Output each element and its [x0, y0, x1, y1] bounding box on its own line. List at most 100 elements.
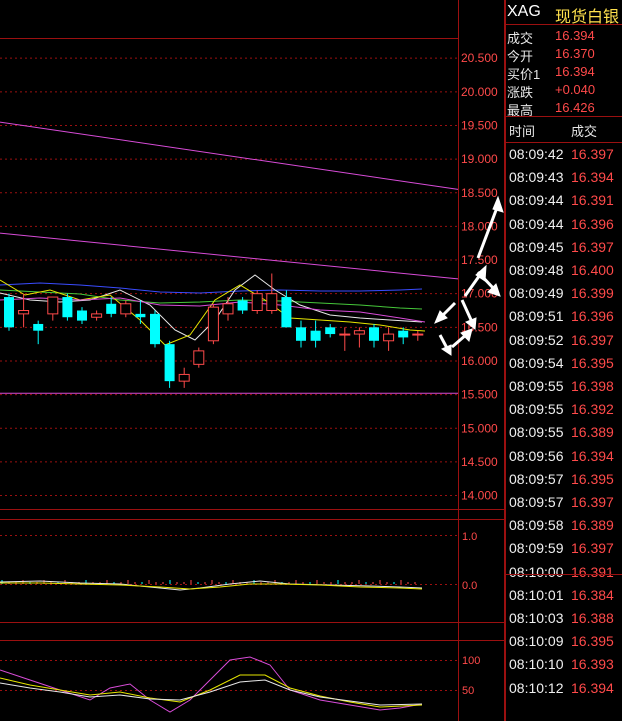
- candle: [207, 303, 219, 345]
- tick-time: 08:09:51: [509, 308, 564, 325]
- price-tick-label: 15.500: [461, 388, 498, 402]
- tick-row[interactable]: 08:10:10 16.393: [505, 653, 622, 676]
- tick-row[interactable]: 08:10:12 16.394: [505, 677, 622, 700]
- quote-value: 16.394: [555, 64, 595, 79]
- tick-row[interactable]: 08:09:59 16.397: [505, 537, 622, 560]
- tick-row[interactable]: 08:10:09 16.395: [505, 630, 622, 653]
- tick-row[interactable]: 08:09:51 16.396: [505, 305, 622, 328]
- tick-price: 16.397: [571, 146, 614, 162]
- tick-price: 16.397: [571, 238, 614, 255]
- tick-price: 16.397: [571, 331, 614, 348]
- tick-price: 16.395: [571, 470, 614, 487]
- tick-time: 08:10:00: [509, 563, 564, 580]
- price-tick-label: 20.500: [461, 51, 498, 65]
- tick-time: 08:09:44: [509, 192, 564, 209]
- tick-price: 16.393: [571, 656, 614, 673]
- tick-time: 08:09:56: [509, 447, 564, 464]
- tick-row[interactable]: 08:09:55 16.389: [505, 421, 622, 444]
- price-tick-label: 18.500: [461, 186, 498, 200]
- tick-price: 16.399: [571, 285, 614, 302]
- kline-chart[interactable]: 20.50020.00019.50019.00018.50018.00017.5…: [0, 0, 505, 721]
- tick-time: 08:09:55: [509, 424, 564, 441]
- tick-time: 08:09:57: [509, 494, 564, 510]
- candle: [62, 293, 73, 321]
- tick-price: 16.397: [571, 540, 614, 557]
- tick-time: 08:09:58: [509, 517, 564, 534]
- tick-row[interactable]: 08:09:44 16.396: [505, 213, 622, 236]
- tick-price: 16.400: [571, 262, 614, 278]
- quote-value: 16.394: [555, 28, 595, 43]
- price-tick-label: 16.000: [461, 354, 498, 368]
- tick-price: 16.384: [571, 586, 614, 603]
- tick-price: 16.394: [571, 447, 614, 464]
- tick-price: 16.395: [571, 633, 614, 650]
- tick-row[interactable]: 08:09:44 16.391: [505, 189, 622, 212]
- tick-price: 16.388: [571, 610, 614, 626]
- tick-price: 16.394: [571, 679, 614, 696]
- candle: [150, 310, 160, 348]
- price-tick-label: 19.000: [461, 152, 498, 166]
- tick-price: 16.391: [571, 563, 614, 580]
- candle: [193, 347, 205, 368]
- tick-price: 16.397: [571, 494, 614, 510]
- candle: [164, 340, 175, 388]
- tick-row[interactable]: 08:09:52 16.397: [505, 329, 622, 352]
- price-tick-label: 20.000: [461, 85, 498, 99]
- tick-time: 08:10:09: [509, 633, 564, 650]
- tick-row[interactable]: 08:10:03 16.388: [505, 607, 622, 630]
- ticks-header-price: 成交: [571, 124, 598, 139]
- price-tick-label: 14.500: [461, 455, 498, 469]
- tick-row[interactable]: 08:09:56 16.394: [505, 445, 622, 468]
- quote-row: 涨跌 +0.040: [505, 81, 622, 100]
- tick-price: 16.396: [571, 308, 614, 325]
- tick-price: 16.391: [571, 192, 614, 209]
- quote-panel: XAG 现货白银 成交 16.394 今开 16.370 买价1 16.394 涨跌 +0.0…: [505, 0, 622, 721]
- tick-row[interactable]: 08:09:42 16.397: [505, 143, 622, 166]
- tick-row[interactable]: 08:09:43 16.394: [505, 166, 622, 189]
- tick-price: 16.394: [571, 169, 614, 186]
- tick-time: 08:10:01: [509, 586, 564, 603]
- tick-time: 08:10:10: [509, 656, 564, 673]
- tick-time: 08:09:55: [509, 401, 564, 418]
- tick-time: 08:09:45: [509, 238, 564, 255]
- candle: [251, 290, 263, 314]
- tick-price: 16.398: [571, 378, 614, 394]
- tick-price: 16.396: [571, 215, 614, 232]
- macd-tick-top: 1.0: [462, 531, 477, 543]
- tick-row[interactable]: 08:09:57 16.397: [505, 491, 622, 514]
- price-tick-label: 14.000: [461, 489, 498, 503]
- tick-row[interactable]: 08:09:55 16.392: [505, 398, 622, 421]
- price-tick-label: 19.500: [461, 118, 498, 132]
- tick-time: 08:10:03: [509, 610, 564, 626]
- tick-price: 16.389: [571, 517, 614, 534]
- ticks-header-time: 时间: [509, 124, 536, 139]
- tick-time: 08:09:43: [509, 169, 564, 186]
- tick-time: 08:09:42: [509, 146, 564, 162]
- kdj-tick-50: 50: [462, 685, 474, 697]
- quote-row: 成交 16.394: [505, 27, 622, 46]
- instrument-header: XAG 现货白银: [505, 0, 622, 26]
- tick-row[interactable]: 08:09:55 16.398: [505, 375, 622, 398]
- tick-time: 08:09:59: [509, 540, 564, 557]
- tick-row[interactable]: 08:09:48 16.400: [505, 259, 622, 282]
- quote-value: 16.426: [555, 100, 595, 115]
- macd-tick-zero: 0.0: [462, 580, 477, 592]
- quote-value: +0.040: [555, 82, 596, 97]
- tick-row[interactable]: 08:10:01 16.384: [505, 584, 622, 607]
- tick-row[interactable]: 08:10:00 16.391: [505, 561, 622, 584]
- kdj-tick-100: 100: [462, 655, 480, 667]
- tick-time: 08:09:52: [509, 331, 564, 348]
- instrument-code: XAG: [507, 3, 541, 20]
- tick-row[interactable]: 08:09:57 16.395: [505, 468, 622, 491]
- tick-time: 08:09:57: [509, 470, 564, 487]
- tick-time: 08:09:44: [509, 215, 564, 232]
- ticks-header: 时间 成交: [505, 118, 622, 142]
- tick-row[interactable]: 08:09:45 16.397: [505, 236, 622, 259]
- tick-row[interactable]: 08:09:54 16.395: [505, 352, 622, 375]
- tick-row[interactable]: 08:09:58 16.389: [505, 514, 622, 537]
- quote-value: 16.370: [555, 46, 595, 61]
- tick-price: 16.395: [571, 354, 614, 371]
- tick-time: 08:09:48: [509, 262, 564, 278]
- tick-price: 16.389: [571, 424, 614, 441]
- tick-row[interactable]: 08:09:49 16.399: [505, 282, 622, 305]
